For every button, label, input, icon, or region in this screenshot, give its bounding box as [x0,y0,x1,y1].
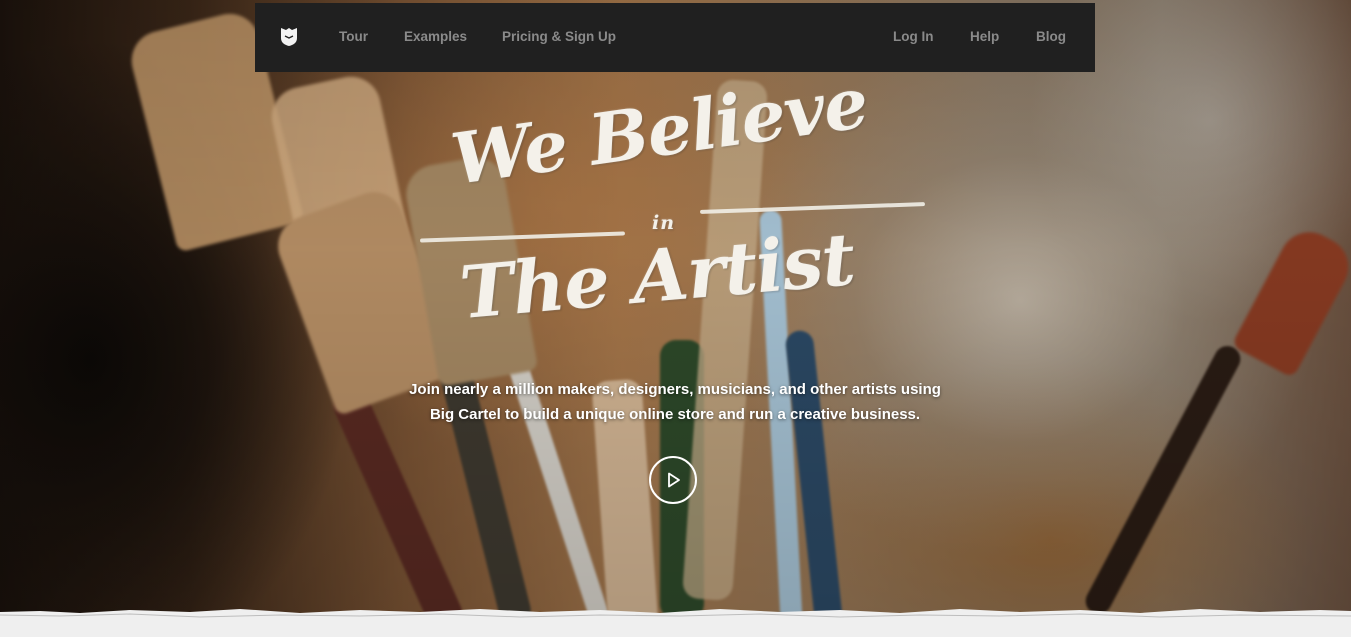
tagline-line-1: Join nearly a million makers, designers,… [409,381,941,398]
big-cartel-logo-icon[interactable] [280,27,298,47]
torn-paper-edge [0,609,1351,622]
hero-headline: We Believe in The Artist [410,61,940,360]
hero-tagline: Join nearly a million makers, designers,… [380,377,970,427]
nav-link-blog[interactable]: Blog [1036,29,1066,44]
nav-link-pricing-sign-up[interactable]: Pricing & Sign Up [502,29,616,44]
tagline-line-2: Big Cartel to build a unique online stor… [429,406,921,423]
play-video-button[interactable] [649,456,697,504]
nav-link-log-in[interactable]: Log In [893,29,934,44]
play-icon [668,472,680,488]
headline-the-artist: The Artist [456,215,858,335]
page-bottom-strip [0,622,1351,637]
nav-link-help[interactable]: Help [970,29,999,44]
headline-stroke-right [699,202,926,214]
top-navbar: Tour Examples Pricing & Sign Up Log In H… [255,3,1095,72]
nav-link-examples[interactable]: Examples [404,29,467,44]
nav-link-tour[interactable]: Tour [339,29,368,44]
